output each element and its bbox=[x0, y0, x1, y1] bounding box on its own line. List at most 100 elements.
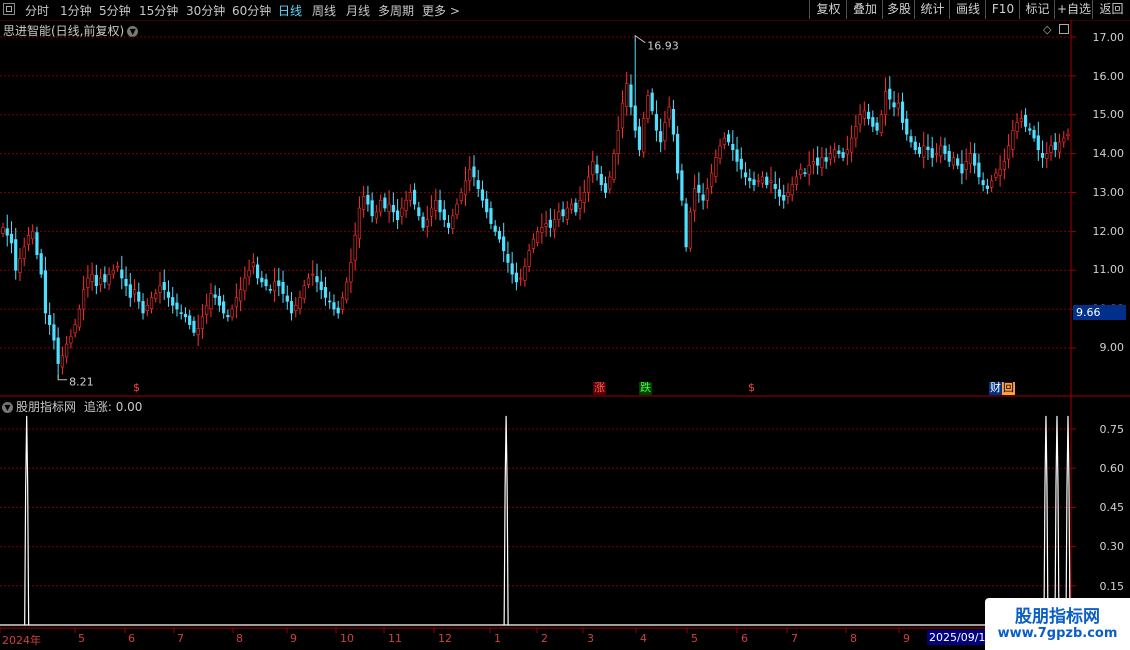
candle bbox=[552, 209, 557, 239]
candle bbox=[680, 163, 684, 206]
candle-body bbox=[124, 278, 128, 287]
candle bbox=[523, 258, 527, 287]
candle-body bbox=[603, 183, 608, 193]
candle bbox=[519, 268, 523, 286]
candle-body bbox=[633, 105, 637, 131]
candle bbox=[311, 260, 315, 286]
candle bbox=[463, 166, 468, 207]
indicator-y-tick: 0.45 bbox=[1099, 501, 1125, 514]
candle-body bbox=[663, 122, 667, 142]
candle bbox=[485, 190, 489, 219]
candle bbox=[510, 251, 514, 284]
candle-body bbox=[591, 161, 595, 175]
candle bbox=[1015, 113, 1019, 139]
candle-body bbox=[438, 199, 442, 213]
indicator-title[interactable]: ▼ 股朋指标网 追涨: 0.00 bbox=[2, 398, 142, 415]
x-tick: 7 bbox=[791, 632, 798, 645]
candle-body bbox=[616, 130, 620, 154]
candle bbox=[472, 155, 476, 187]
limit-down-marker[interactable]: 跌 bbox=[639, 382, 652, 395]
candle bbox=[39, 248, 43, 278]
candle bbox=[922, 131, 926, 169]
candle bbox=[671, 99, 675, 142]
candle-body bbox=[667, 106, 671, 120]
kline-chart[interactable]: 16.93 8.21 bbox=[0, 0, 1130, 650]
chevron-down-icon[interactable]: ▼ bbox=[2, 402, 13, 413]
candle bbox=[217, 288, 221, 312]
candle bbox=[684, 197, 688, 252]
candle bbox=[620, 90, 625, 139]
candle-body bbox=[247, 269, 251, 278]
x-tick: 6 bbox=[128, 632, 135, 645]
candle-body bbox=[1, 227, 5, 234]
candle-body bbox=[561, 209, 565, 217]
candle bbox=[939, 136, 943, 164]
y-tick: 13.00 bbox=[1092, 186, 1125, 199]
candle-body bbox=[379, 199, 383, 213]
candle bbox=[735, 136, 739, 172]
candle bbox=[260, 271, 264, 288]
candle bbox=[633, 39, 637, 138]
candle-body bbox=[714, 157, 718, 177]
candle bbox=[841, 147, 845, 162]
indicator-source: 股朋指标网 bbox=[16, 400, 77, 414]
candle bbox=[239, 276, 243, 312]
candle bbox=[234, 283, 238, 318]
candle bbox=[171, 286, 175, 314]
candle-body bbox=[396, 210, 400, 221]
candle bbox=[438, 189, 442, 221]
candle-body bbox=[960, 163, 964, 174]
candle-body bbox=[994, 172, 998, 178]
candle bbox=[514, 262, 519, 291]
candle bbox=[294, 297, 298, 318]
candle bbox=[544, 210, 548, 237]
candle-body bbox=[1019, 118, 1023, 122]
candle bbox=[616, 116, 620, 165]
candle bbox=[854, 114, 858, 148]
buyback-marker[interactable]: 回 bbox=[1002, 382, 1015, 395]
candle-body bbox=[693, 188, 697, 212]
candle-body bbox=[866, 111, 871, 119]
candle-body bbox=[272, 281, 277, 292]
candle bbox=[892, 91, 896, 117]
candle bbox=[981, 172, 985, 192]
candle bbox=[429, 195, 434, 227]
candle-body bbox=[65, 343, 69, 358]
candle-body bbox=[837, 150, 841, 154]
candle bbox=[943, 137, 947, 161]
candle-body bbox=[77, 308, 81, 328]
dividend-marker[interactable]: $ bbox=[132, 382, 141, 395]
candle bbox=[145, 298, 149, 317]
limit-up-marker[interactable]: 涨 bbox=[593, 382, 606, 395]
candle bbox=[124, 266, 128, 297]
candle bbox=[883, 77, 888, 126]
watermark-url: www.7gpzb.com bbox=[997, 626, 1118, 641]
finance-marker[interactable]: 财 bbox=[989, 382, 1002, 395]
x-tick: 10 bbox=[340, 632, 354, 645]
dividend-marker[interactable]: $ bbox=[747, 382, 756, 395]
candle-body bbox=[463, 180, 468, 196]
candle bbox=[77, 304, 81, 331]
candle bbox=[209, 283, 213, 318]
candle bbox=[642, 111, 646, 158]
indicator-y-tick: 0.15 bbox=[1099, 580, 1125, 593]
candle bbox=[828, 145, 832, 166]
candle-body bbox=[760, 176, 765, 184]
candle-body bbox=[294, 304, 298, 311]
candle-body bbox=[879, 114, 883, 133]
candle-body bbox=[811, 161, 816, 165]
candle bbox=[374, 204, 378, 224]
candle-body bbox=[964, 161, 968, 170]
candle-body bbox=[408, 192, 412, 201]
candle bbox=[917, 142, 922, 158]
candle bbox=[752, 171, 756, 192]
candle bbox=[111, 264, 115, 279]
candle-body bbox=[803, 172, 807, 174]
candle-body bbox=[472, 166, 476, 178]
candle bbox=[345, 277, 349, 304]
candle bbox=[400, 197, 404, 225]
candle-body bbox=[166, 291, 171, 298]
candle-body bbox=[158, 285, 162, 293]
candle bbox=[934, 143, 939, 163]
candle-body bbox=[192, 320, 196, 333]
